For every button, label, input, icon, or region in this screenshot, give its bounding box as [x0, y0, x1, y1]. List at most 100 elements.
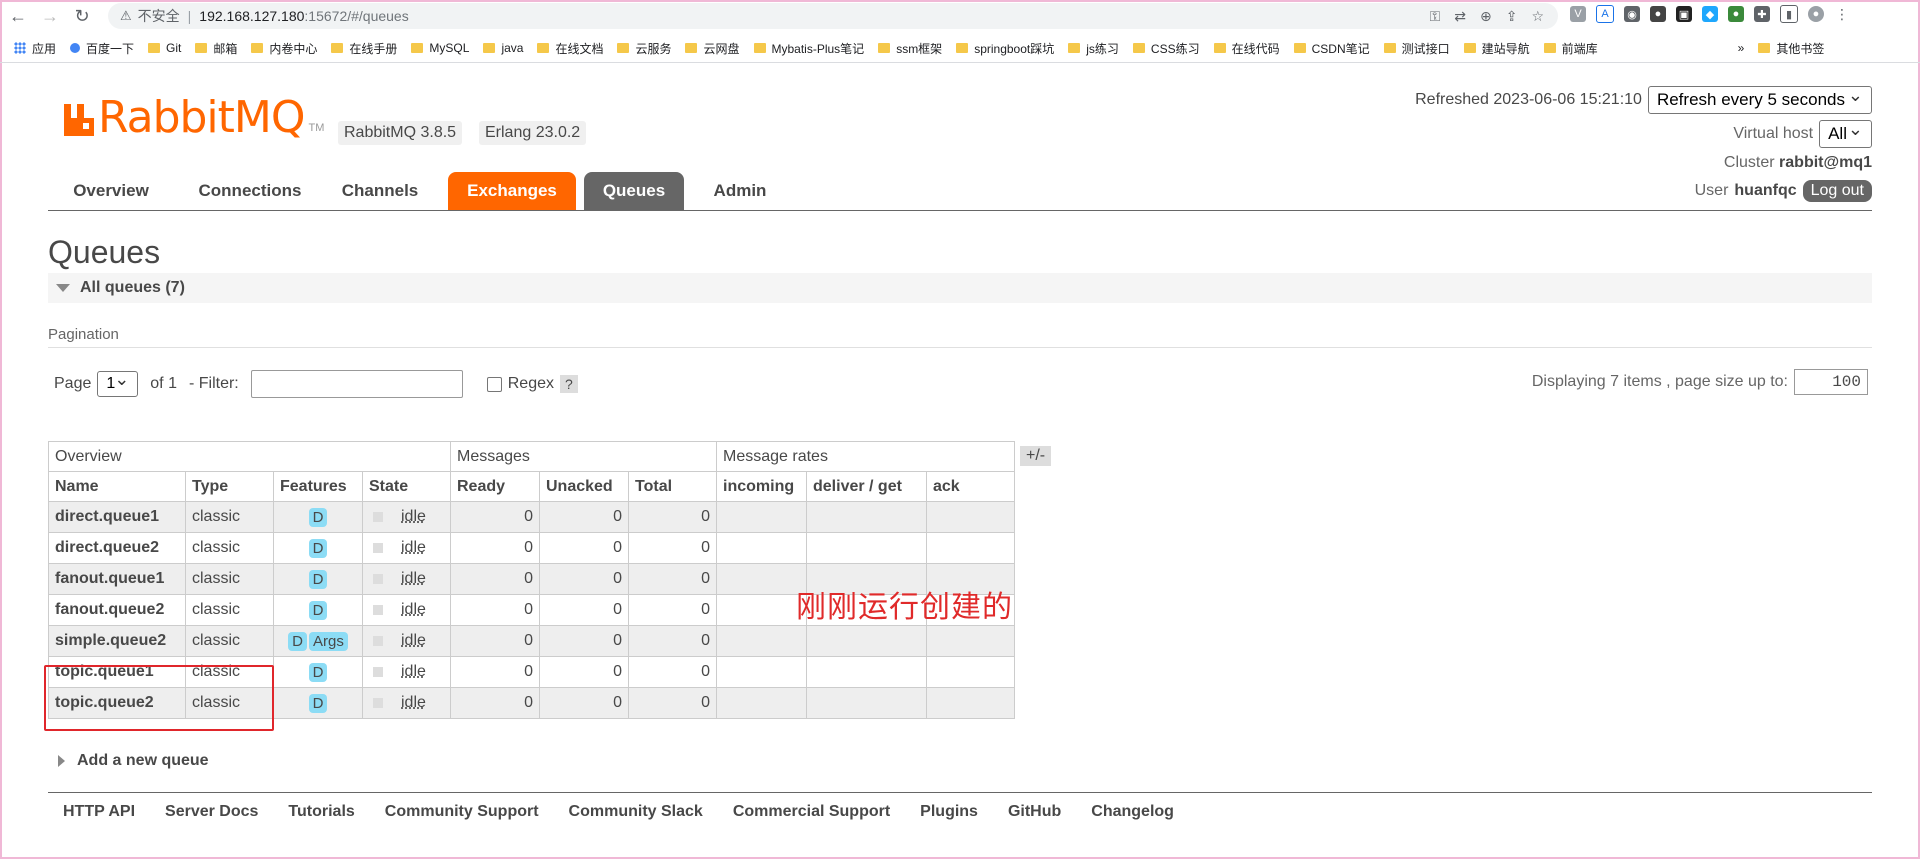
messages-ready: 0 — [450, 532, 540, 564]
state-indicator-icon — [373, 635, 383, 646]
bookmark-item[interactable]: 在线代码 — [1213, 40, 1280, 57]
bookmark-item[interactable]: 云网盘 — [685, 40, 740, 57]
bookmark-item[interactable]: 测试接口 — [1383, 40, 1450, 57]
rabbitmq-logo[interactable]: RabbitMQ TM — [62, 96, 324, 140]
col-incoming[interactable]: incoming — [716, 471, 807, 502]
bookmark-label: 在线手册 — [349, 41, 398, 56]
bookmark-item[interactable]: 应用 — [14, 40, 56, 57]
bookmark-item[interactable]: ssm框架 — [878, 40, 942, 57]
tab-queues[interactable]: Queues — [584, 172, 684, 210]
filter-input[interactable] — [250, 370, 463, 398]
col-ready[interactable]: Ready — [450, 471, 540, 502]
messages-ready: 0 — [450, 501, 540, 533]
footer-link[interactable]: Community Slack — [569, 803, 703, 821]
footer-link[interactable]: Community Support — [385, 803, 539, 821]
extension-diamond-icon[interactable]: ◆ — [1702, 6, 1718, 22]
bookmark-item[interactable]: 前端库 — [1543, 40, 1598, 57]
warning-icon: ⚠ — [120, 8, 132, 23]
col-type[interactable]: Type — [185, 471, 274, 502]
footer-link[interactable]: GitHub — [1008, 803, 1061, 821]
folder-icon — [1293, 43, 1306, 53]
bookmark-item[interactable]: 内卷中心 — [251, 40, 317, 57]
translate-icon[interactable]: ⇄ — [1454, 8, 1466, 25]
col-ack[interactable]: ack — [926, 471, 1015, 502]
refresh-interval-select[interactable]: Refresh every 5 seconds — [1647, 82, 1872, 114]
page-size-input[interactable]: 100 — [1794, 369, 1868, 395]
extension-box-icon[interactable]: ▣ — [1676, 6, 1692, 22]
bookmark-item[interactable]: 云服务 — [617, 40, 671, 57]
col-total[interactable]: Total — [628, 471, 717, 502]
column-toggle-button[interactable]: +/- — [1020, 446, 1052, 466]
bookmark-item[interactable]: 在线文档 — [537, 40, 603, 57]
tab-exchanges[interactable]: Exchanges — [448, 172, 576, 210]
queue-name-link[interactable]: fanout.queue1 — [48, 563, 186, 595]
sidebar-icon[interactable]: ▮ — [1780, 5, 1798, 23]
footer-link[interactable]: HTTP API — [63, 803, 135, 821]
bookmark-item[interactable]: Git — [148, 41, 181, 55]
bookmarks-bar: 应用 百度一下 Git 邮箱 内卷中心 在线手册 MySQL java 在线文档 云服务 云网盘 My… — [0, 34, 1920, 63]
queue-name-link[interactable]: simple.queue2 — [48, 625, 186, 657]
bookmark-item[interactable]: springboot踩坑 — [956, 40, 1054, 57]
rate-deliver-get — [806, 687, 927, 719]
cluster-info: Cluster rabbit@mq1 — [1724, 154, 1872, 172]
share-icon[interactable]: ⇪ — [1506, 8, 1518, 25]
key-icon[interactable]: ⚿ — [1430, 8, 1441, 25]
puzzle-icon[interactable]: ✚ — [1754, 6, 1770, 22]
regex-help-button[interactable]: ? — [560, 375, 578, 393]
bookmark-item[interactable]: 在线手册 — [331, 40, 397, 57]
col-unacked[interactable]: Unacked — [539, 471, 629, 502]
table-group-header: Overview Messages Message rates — [48, 441, 1015, 472]
folder-icon — [537, 43, 550, 53]
menu-dots-icon[interactable]: ⋮ — [1834, 6, 1850, 22]
col-name[interactable]: Name — [48, 471, 186, 502]
bookmark-item[interactable]: 其他书签 — [1758, 40, 1824, 57]
footer-link[interactable]: Plugins — [920, 803, 978, 821]
extension-globe-icon[interactable]: ● — [1728, 6, 1744, 22]
bookmark-item[interactable]: MySQL — [411, 41, 469, 55]
vhost-select[interactable]: All — [1819, 116, 1872, 148]
queue-name-link[interactable]: fanout.queue2 — [48, 594, 186, 626]
bookmark-item[interactable]: js练习 — [1068, 40, 1119, 57]
bookmark-item[interactable]: Mybatis-Plus笔记 — [753, 40, 865, 57]
page-select[interactable]: 1 — [97, 367, 139, 397]
footer-link[interactable]: Server Docs — [165, 803, 258, 821]
extension-a-icon[interactable]: A — [1596, 5, 1614, 23]
add-queue-section-toggle[interactable]: Add a new queue — [58, 752, 209, 770]
regex-checkbox[interactable] — [486, 376, 502, 392]
col-state[interactable]: State — [362, 471, 451, 502]
bookmark-item[interactable]: CSDN笔记 — [1293, 40, 1370, 57]
footer-link[interactable]: Commercial Support — [733, 803, 890, 821]
footer-link[interactable]: Tutorials — [288, 803, 354, 821]
bookmark-item[interactable]: CSS练习 — [1132, 40, 1200, 57]
bookmark-label: Mybatis-Plus笔记 — [771, 41, 865, 56]
bookmark-item[interactable]: 邮箱 — [195, 40, 237, 57]
bookmark-label: js练习 — [1086, 41, 1119, 56]
col-deliver-get[interactable]: deliver / get — [806, 471, 927, 502]
queue-features: D — [273, 532, 363, 564]
tab-connections[interactable]: Connections — [185, 172, 315, 210]
bookmark-item[interactable]: 百度一下 — [70, 40, 134, 57]
tab-admin[interactable]: Admin — [698, 172, 782, 210]
queue-name-link[interactable]: direct.queue1 — [48, 501, 186, 533]
all-queues-section-toggle[interactable]: All queues (7) — [48, 273, 1872, 303]
forward-arrow-icon[interactable]: → — [36, 2, 64, 30]
bookmark-item[interactable]: » — [1738, 41, 1745, 55]
extension-circle-icon[interactable]: ● — [1650, 6, 1666, 22]
table-column-header: Name Type Features State Ready Unacked T… — [48, 471, 1015, 502]
extension-v-icon[interactable]: V — [1570, 6, 1586, 22]
tab-channels[interactable]: Channels — [330, 172, 430, 210]
refreshed-timestamp: Refreshed 2023-06-06 15:21:10 — [1415, 91, 1642, 108]
bookmark-item[interactable]: 建站导航 — [1463, 40, 1530, 57]
back-arrow-icon[interactable]: ← — [4, 2, 32, 30]
queue-name-link[interactable]: direct.queue2 — [48, 532, 186, 564]
address-bar[interactable]: ⚠ 不安全 | 192.168.127.180 :15672/#/queues … — [108, 3, 1558, 29]
footer-link[interactable]: Changelog — [1091, 803, 1174, 821]
reload-icon[interactable]: ↻ — [68, 2, 96, 30]
extension-eye-icon[interactable]: ◉ — [1624, 6, 1640, 22]
folder-icon — [148, 43, 161, 53]
zoom-icon[interactable]: ⊕ — [1480, 8, 1492, 25]
star-icon[interactable]: ☆ — [1531, 8, 1544, 25]
bookmark-item[interactable]: java — [483, 41, 523, 55]
tab-overview[interactable]: Overview — [56, 172, 166, 210]
profile-avatar-icon[interactable]: ● — [1808, 6, 1824, 22]
